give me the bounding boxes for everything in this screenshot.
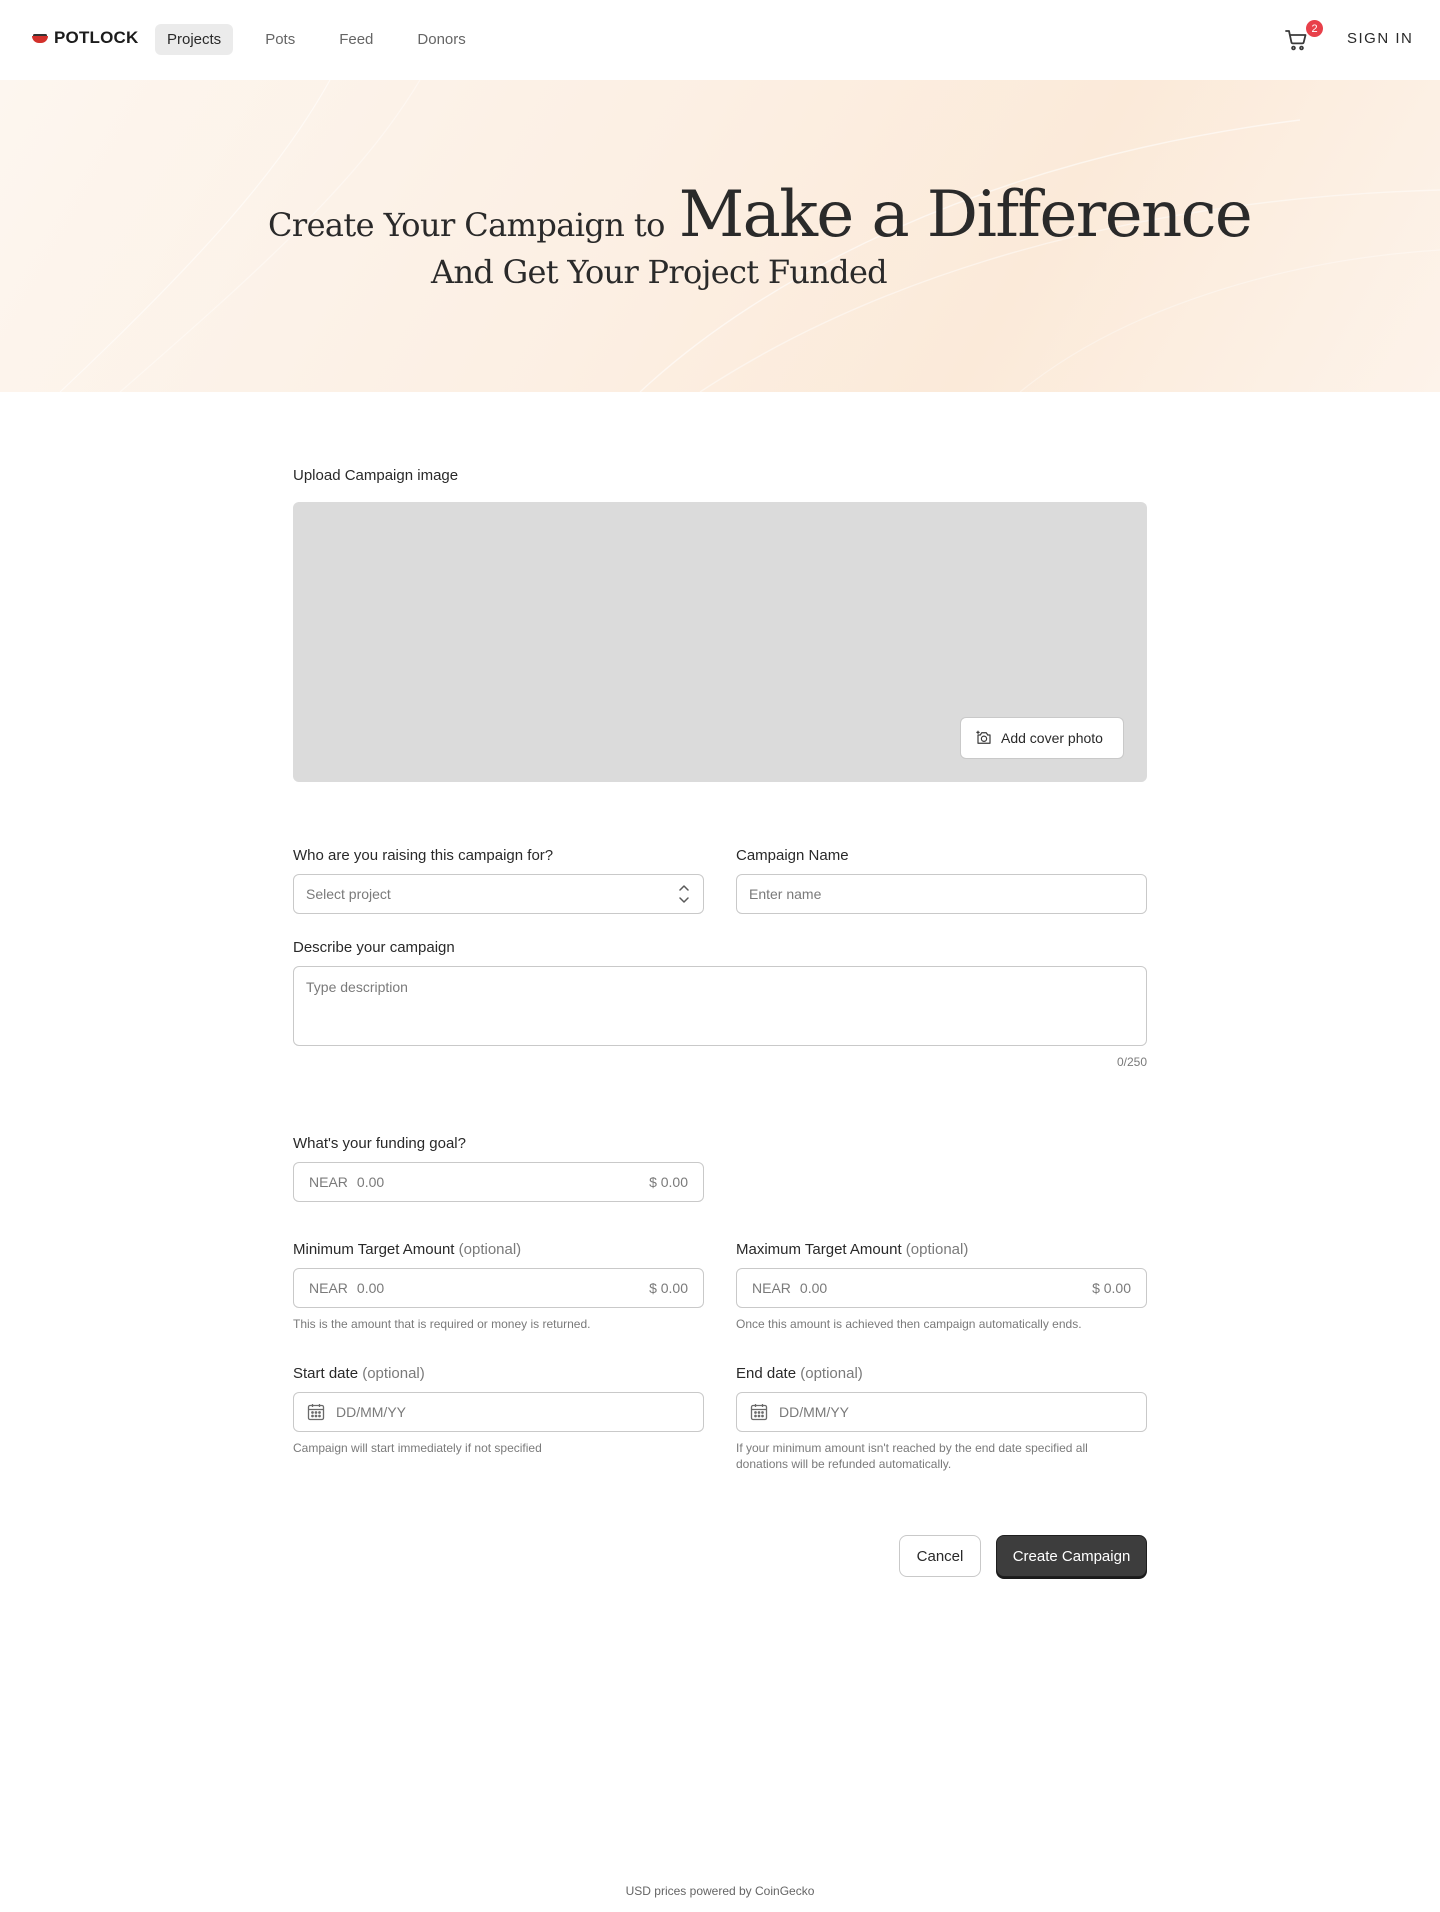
funding-goal-unit: NEAR <box>309 1174 348 1190</box>
cancel-button[interactable]: Cancel <box>899 1535 981 1577</box>
campaign-name-placeholder: Enter name <box>749 886 822 902</box>
min-target-usd: $ 0.00 <box>649 1280 688 1296</box>
funding-goal-usd: $ 0.00 <box>649 1174 688 1190</box>
camera-icon <box>976 730 991 744</box>
end-date-input[interactable]: DD/MM/YY <box>736 1392 1147 1432</box>
nav-link-projects[interactable]: Projects <box>155 24 234 55</box>
funding-goal-label: What's your funding goal? <box>293 1135 466 1152</box>
max-target-placeholder: 0.00 <box>799 1280 828 1296</box>
footer-attribution: USD prices powered by CoinGecko <box>625 1884 815 1898</box>
calendar-icon <box>307 1404 325 1421</box>
cart-icon[interactable] <box>1284 28 1308 52</box>
min-target-optional: (optional) <box>458 1241 522 1258</box>
cart-count-badge: 2 <box>1306 20 1323 37</box>
hero-heading-prefix: Create Your Campaign to <box>268 206 665 244</box>
end-date-placeholder: DD/MM/YY <box>779 1404 849 1420</box>
project-select-value: Select project <box>306 886 391 902</box>
funding-goal-placeholder: 0.00 <box>356 1174 385 1190</box>
logo[interactable]: POTLOCK <box>32 28 139 48</box>
hero-banner: Create Your Campaign to Make a Difference… <box>0 80 1440 392</box>
sign-in-link[interactable]: SIGN IN <box>1347 30 1413 47</box>
project-label: Who are you raising this campaign for? <box>293 847 554 864</box>
end-date-hint: If your minimum amount isn't reached by … <box>736 1441 1088 1471</box>
min-target-unit: NEAR <box>309 1280 348 1296</box>
start-date-optional: (optional) <box>362 1365 425 1382</box>
upload-label: Upload Campaign image <box>293 467 459 484</box>
max-target-hint: Once this amount is achieved then campai… <box>736 1317 1082 1331</box>
min-target-label: Minimum Target Amount (optional) <box>293 1241 521 1258</box>
max-target-input[interactable]: NEAR 0.00 $ 0.00 <box>736 1268 1147 1308</box>
description-textarea[interactable]: Type description <box>293 966 1147 1046</box>
campaign-name-input[interactable]: Enter name <box>736 874 1147 914</box>
max-target-optional: (optional) <box>905 1241 969 1258</box>
nav-links: Projects Pots Feed Donors <box>155 24 478 55</box>
min-target-placeholder: 0.00 <box>356 1280 385 1296</box>
description-char-counter: 0/250 <box>1116 1055 1147 1069</box>
start-date-label: Start date (optional) <box>293 1365 425 1382</box>
logo-text: POTLOCK <box>54 28 139 47</box>
create-campaign-button[interactable]: Create Campaign <box>996 1535 1147 1577</box>
max-target-label-text: Maximum Target Amount <box>736 1241 902 1258</box>
min-target-hint: This is the amount that is required or m… <box>293 1317 591 1331</box>
max-target-usd: $ 0.00 <box>1092 1280 1131 1296</box>
pot-logo-icon <box>32 33 48 43</box>
project-select[interactable]: Select project <box>293 874 704 914</box>
nav-link-feed[interactable]: Feed <box>327 24 385 55</box>
hero-heading: Create Your Campaign to Make a Difference <box>268 178 1253 252</box>
nav-link-donors[interactable]: Donors <box>405 24 477 55</box>
end-date-optional: (optional) <box>800 1365 863 1382</box>
select-chevrons-icon <box>679 885 689 903</box>
nav-link-pots[interactable]: Pots <box>253 24 307 55</box>
description-placeholder: Type description <box>306 979 408 995</box>
min-target-label-text: Minimum Target Amount <box>293 1241 455 1258</box>
hero-heading-emphasis: Make a Difference <box>678 178 1253 252</box>
min-target-input[interactable]: NEAR 0.00 $ 0.00 <box>293 1268 704 1308</box>
calendar-icon <box>750 1404 768 1421</box>
max-target-label: Maximum Target Amount (optional) <box>736 1241 968 1258</box>
end-date-label-text: End date <box>736 1365 797 1382</box>
start-date-hint: Campaign will start immediately if not s… <box>293 1441 542 1455</box>
start-date-label-text: Start date <box>293 1365 359 1382</box>
add-cover-photo-button[interactable]: Add cover photo <box>960 717 1124 759</box>
max-target-unit: NEAR <box>752 1280 791 1296</box>
hero-subheading: And Get Your Project Funded <box>431 253 888 291</box>
description-label: Describe your campaign <box>293 939 455 956</box>
add-cover-photo-label: Add cover photo <box>1001 730 1103 746</box>
campaign-name-label: Campaign Name <box>736 847 849 864</box>
funding-goal-input[interactable]: NEAR 0.00 $ 0.00 <box>293 1162 704 1202</box>
start-date-placeholder: DD/MM/YY <box>336 1404 406 1420</box>
end-date-label: End date (optional) <box>736 1365 863 1382</box>
start-date-input[interactable]: DD/MM/YY <box>293 1392 704 1432</box>
top-nav: POTLOCK Projects Pots Feed Donors 2 SIGN… <box>0 0 1440 80</box>
